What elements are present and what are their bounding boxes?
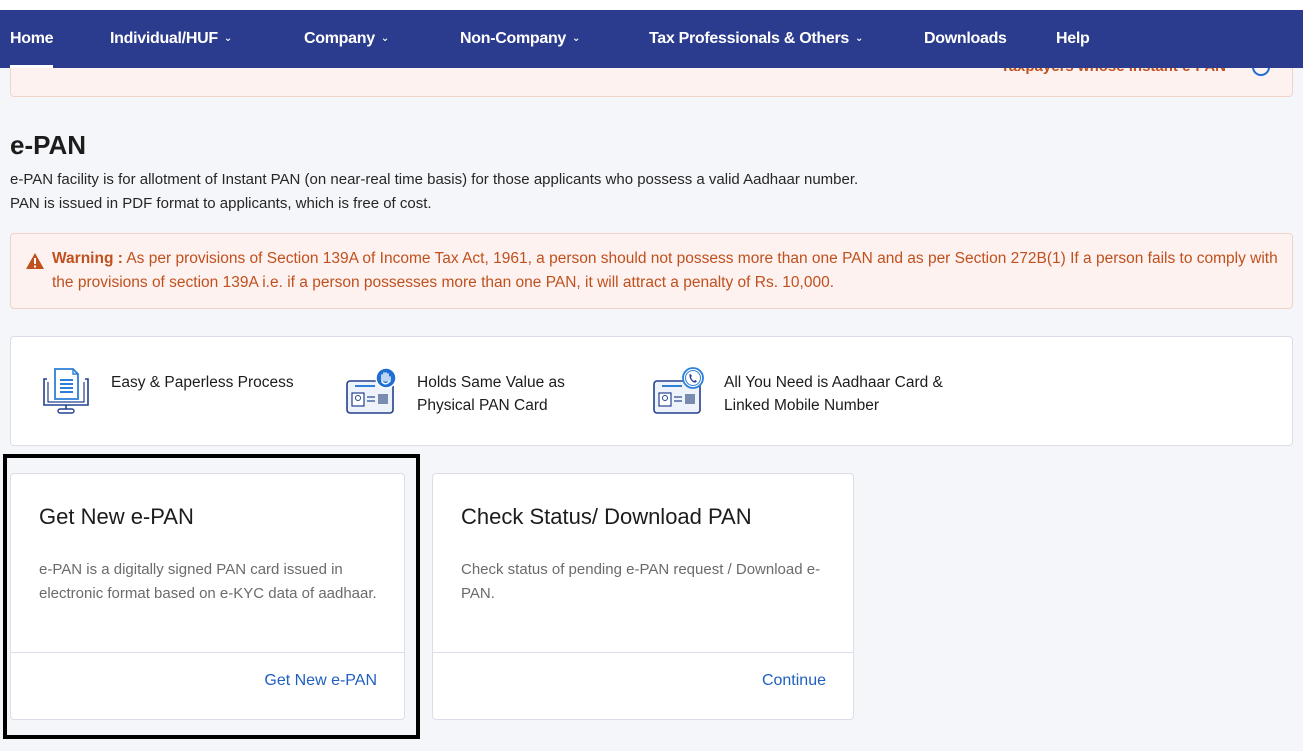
warning-triangle-icon bbox=[26, 253, 44, 269]
card-divider bbox=[433, 652, 853, 653]
chevron-down-icon: ⌄ bbox=[223, 33, 232, 44]
warning-body: As per provisions of Section 139A of Inc… bbox=[52, 250, 1278, 291]
get-new-epan-link[interactable]: Get New e-PAN bbox=[264, 672, 377, 690]
card-check-status-title: Check Status/ Download PAN bbox=[461, 504, 752, 529]
nav-non-company-label: Non-Company bbox=[460, 30, 567, 47]
warning-label: Warning : bbox=[52, 250, 123, 267]
nav-downloads[interactable]: Downloads bbox=[924, 10, 1007, 68]
aadhaar-phone-icon bbox=[653, 367, 704, 414]
nav-help-label: Help bbox=[1056, 30, 1090, 47]
warning-box: Warning : As per provisions of Section 1… bbox=[10, 233, 1293, 309]
pan-card-hand-icon bbox=[346, 367, 397, 414]
nav-home[interactable]: Home bbox=[10, 10, 54, 68]
nav-company-label: Company bbox=[304, 30, 375, 47]
nav-help[interactable]: Help bbox=[1056, 10, 1090, 68]
card-check-status: Check Status/ Download PAN Check status … bbox=[432, 473, 854, 720]
feature-aadhaar-line1: All You Need is Aadhaar Card & bbox=[724, 374, 943, 391]
nav-tax-professionals-label: Tax Professionals & Others bbox=[649, 30, 849, 47]
nav-home-label: Home bbox=[10, 30, 54, 47]
main-navbar: Home Individual/HUF ⌄ Company ⌄ Non-Compan… bbox=[0, 10, 1303, 68]
feature-paperless-line1: Easy & Paperless Process bbox=[111, 374, 294, 391]
nav-individual-huf[interactable]: Individual/HUF ⌄ bbox=[110, 10, 232, 68]
card-get-new-epan-title: Get New e-PAN bbox=[39, 504, 194, 529]
feature-same-value-line2: Physical PAN Card bbox=[417, 397, 548, 414]
feature-aadhaar-line2: Linked Mobile Number bbox=[724, 397, 880, 414]
nav-company[interactable]: Company ⌄ bbox=[304, 10, 389, 68]
card-check-status-description: Check status of pending e-PAN request / … bbox=[461, 561, 821, 602]
chevron-down-icon: ⌄ bbox=[380, 33, 389, 44]
page-intro: e-PAN facility is for allotment of Insta… bbox=[10, 171, 859, 212]
page-title: e-PAN bbox=[10, 130, 87, 160]
nav-downloads-label: Downloads bbox=[924, 30, 1007, 47]
nav-individual-huf-label: Individual/HUF bbox=[110, 30, 218, 47]
feature-same-value-line1: Holds Same Value as bbox=[417, 374, 565, 391]
paperless-monitor-icon bbox=[43, 368, 89, 414]
chevron-down-icon: ⌄ bbox=[572, 33, 581, 44]
continue-link[interactable]: Continue bbox=[762, 672, 826, 690]
chevron-down-icon: ⌄ bbox=[854, 33, 864, 44]
card-get-new-epan: Get New e-PAN e-PAN is a digitally signe… bbox=[10, 473, 405, 720]
features-panel: Easy & Paperless Process Holds Same Valu… bbox=[10, 336, 1293, 446]
nav-non-company[interactable]: Non-Company ⌄ bbox=[460, 10, 580, 68]
card-get-new-epan-description: e-PAN is a digitally signed PAN card iss… bbox=[39, 561, 377, 602]
nav-tax-professionals[interactable]: Tax Professionals & Others ⌄ bbox=[649, 10, 863, 68]
top-strip bbox=[0, 0, 1303, 10]
card-divider bbox=[11, 652, 404, 653]
warning-text: Warning : As per provisions of Section 1… bbox=[52, 247, 1282, 295]
